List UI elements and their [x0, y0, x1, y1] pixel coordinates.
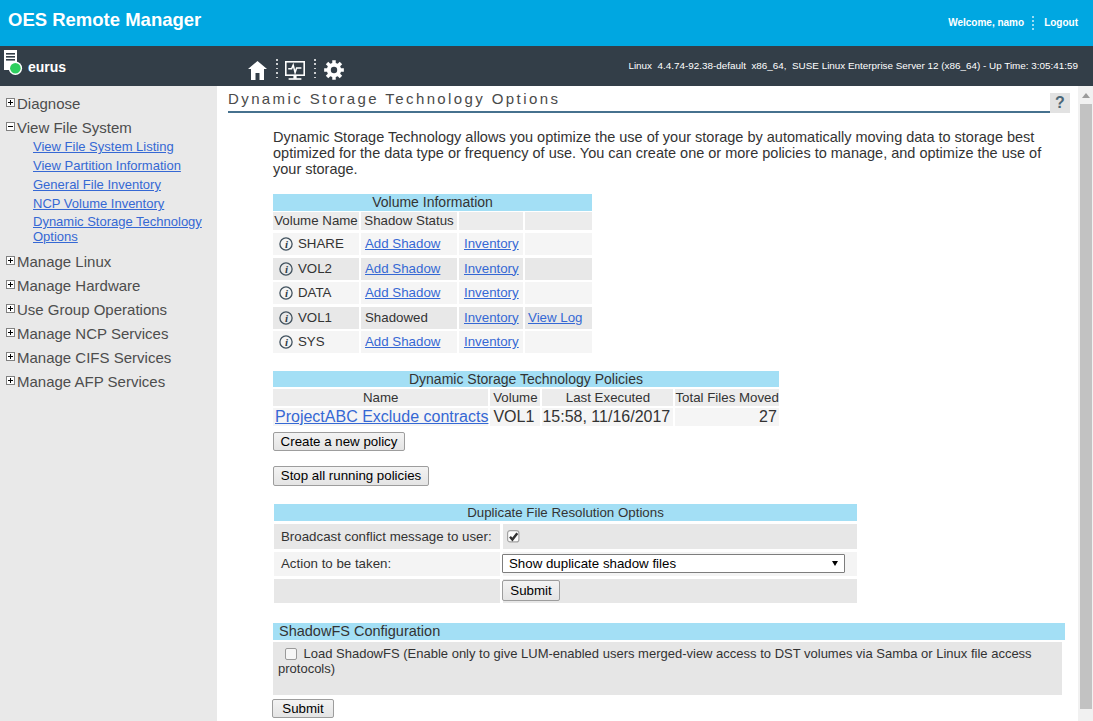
svg-text:i: i: [285, 238, 289, 250]
svg-text:i: i: [285, 311, 289, 323]
svg-text:i: i: [285, 336, 289, 348]
svg-text:i: i: [285, 262, 289, 274]
svg-text:i: i: [285, 287, 289, 299]
